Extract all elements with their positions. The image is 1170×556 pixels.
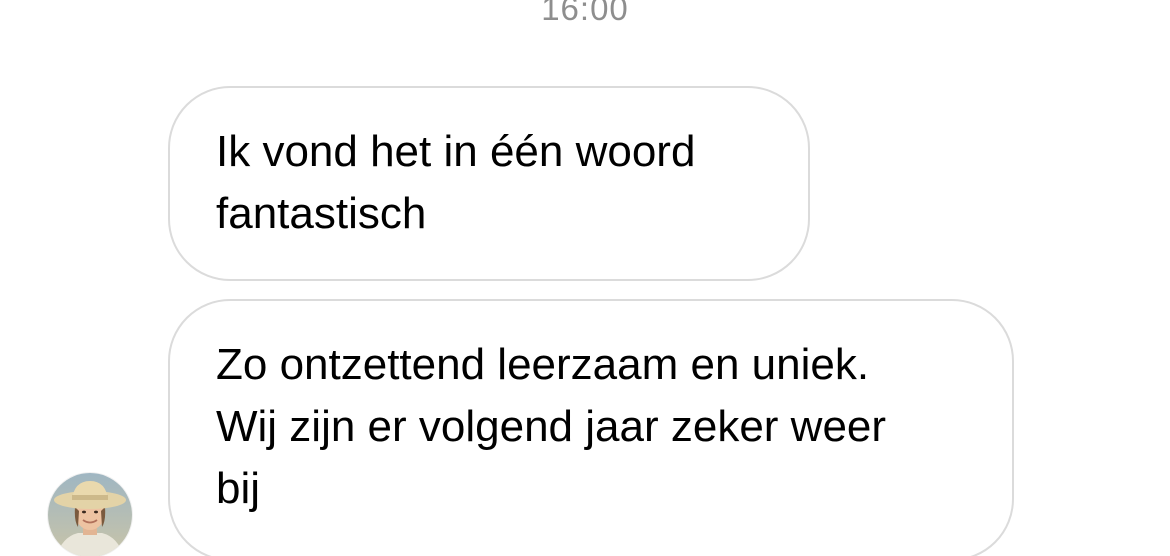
message-bubble[interactable]: Ik vond het in één woord fantastisch [168,86,810,281]
message-text: Ik vond het in één woord fantastisch [216,127,696,238]
sender-avatar[interactable] [48,473,132,556]
message-timestamp: 16:00 [541,0,629,27]
message-bubble[interactable]: Zo ontzettend leerzaam en uniek. Wij zij… [168,299,1014,556]
message-text: Zo ontzettend leerzaam en uniek. Wij zij… [216,340,887,513]
avatar-photo-icon [48,473,132,556]
